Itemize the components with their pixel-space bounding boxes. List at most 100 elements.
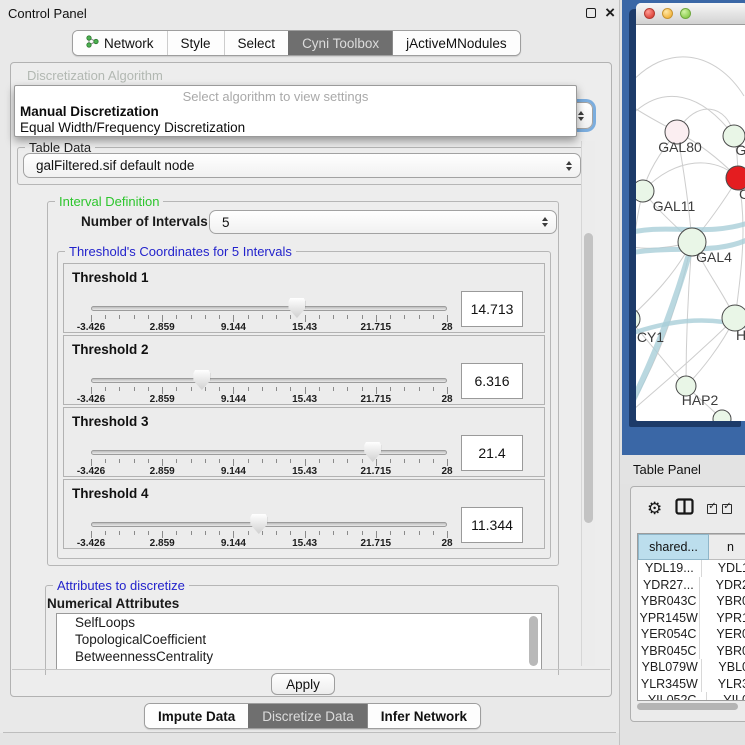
cell-name[interactable]: YDL1	[702, 560, 745, 577]
threshold-slider[interactable]: -3.4262.8599.14415.4321.71528	[64, 408, 459, 478]
slider-handle[interactable]	[193, 370, 210, 390]
table-row[interactable]: YBL079WYBL0	[638, 659, 745, 676]
cell-shared-name[interactable]: YBR045C	[638, 643, 700, 660]
tab-cyni-toolbox[interactable]: Cyni Toolbox	[288, 31, 392, 55]
algorithm-option-equal-width[interactable]: Equal Width/Frequency Discretization	[20, 120, 245, 135]
slider-handle[interactable]	[250, 514, 267, 534]
network-node[interactable]	[636, 308, 640, 330]
attribute-list-item[interactable]: BetweennessCentrality	[57, 648, 541, 665]
table-toolbar: ⚙	[631, 487, 745, 531]
network-window-titlebar[interactable]	[636, 3, 745, 25]
table-row[interactable]: YBR045CYBR0	[638, 643, 745, 660]
tick-mark	[219, 531, 220, 535]
slider-handle[interactable]	[364, 442, 381, 462]
slider-track[interactable]	[91, 306, 447, 311]
zoom-traffic-light-icon[interactable]	[680, 8, 691, 19]
cell-shared-name[interactable]: YBL079W	[638, 659, 702, 676]
cell-name[interactable]: YPR1	[700, 610, 745, 627]
attribute-list-item[interactable]: SelfLoops	[57, 614, 541, 631]
tick-mark	[148, 315, 149, 319]
threshold-slider[interactable]: -3.4262.8599.14415.4321.71528	[64, 336, 459, 406]
cell-name[interactable]: YER0	[700, 626, 745, 643]
num-intervals-combobox[interactable]: 5	[209, 210, 557, 234]
tick-mark	[347, 459, 348, 463]
table-row[interactable]: YBR043CYBR0	[638, 593, 745, 610]
cell-name[interactable]: YBL0	[702, 659, 745, 676]
cell-shared-name[interactable]: YDL19...	[638, 560, 702, 577]
cell-shared-name[interactable]: YPR145W	[638, 610, 700, 627]
column-header-name[interactable]: n	[709, 534, 745, 560]
apply-button[interactable]: Apply	[271, 673, 335, 695]
minimize-traffic-light-icon[interactable]	[662, 8, 673, 19]
close-traffic-light-icon[interactable]	[644, 8, 655, 19]
slider-track[interactable]	[91, 522, 447, 527]
network-node-label: G	[736, 142, 745, 158]
threshold-value-field[interactable]: 6.316	[461, 363, 523, 399]
settings-gear-icon[interactable]: ⚙	[647, 499, 662, 519]
tab-style[interactable]: Style	[167, 31, 224, 55]
tab-infer-network[interactable]: Infer Network	[367, 704, 480, 728]
tick-mark	[105, 387, 106, 391]
cell-shared-name[interactable]: YBR043C	[638, 593, 700, 610]
table-body: YDL19...YDL1YDR27...YDR2YBR043CYBR0YPR14…	[638, 560, 745, 701]
attribute-list-item[interactable]: TopologicalCoefficient	[57, 631, 541, 648]
tick-mark	[162, 459, 163, 466]
threshold-value-field[interactable]: 14.713	[461, 291, 523, 327]
checkbox-icon[interactable]	[722, 504, 732, 514]
threshold-value-field[interactable]: 21.4	[461, 435, 523, 471]
cell-shared-name[interactable]: YLR345W	[638, 676, 702, 693]
panel-scrollbar-thumb[interactable]	[584, 233, 593, 523]
cell-name[interactable]: YBR0	[700, 643, 745, 660]
cell-shared-name[interactable]: YDR27...	[638, 577, 700, 594]
threshold-slider[interactable]: -3.4262.8599.14415.4321.71528	[64, 264, 459, 334]
panel-scrollbar[interactable]	[581, 141, 595, 666]
tick-mark	[290, 531, 291, 535]
tick-mark	[290, 315, 291, 319]
close-icon[interactable]: ×	[605, 8, 615, 18]
tab-jactivemnodules[interactable]: jActiveMNodules	[392, 31, 520, 55]
cell-name[interactable]: YLR3	[702, 676, 745, 693]
cell-shared-name[interactable]: YIL052C	[638, 692, 707, 701]
network-node[interactable]	[636, 180, 654, 202]
numerical-attributes-list[interactable]: SelfLoopsTopologicalCoefficientBetweenne…	[56, 613, 542, 670]
table-row[interactable]: YPR145WYPR1	[638, 610, 745, 627]
table-data-selected: galFiltered.sif default node	[36, 158, 194, 173]
checkbox-icon[interactable]	[707, 504, 717, 514]
tab-select[interactable]: Select	[224, 31, 289, 55]
algorithm-option-manual[interactable]: Manual Discretization	[20, 104, 159, 119]
table-row[interactable]: YLR345WYLR3	[638, 676, 745, 693]
control-panel: Control Panel × Netw	[0, 0, 620, 745]
tick-mark	[148, 459, 149, 463]
tab-network[interactable]: Network	[73, 31, 167, 55]
table-hscrollbar-thumb[interactable]	[637, 703, 738, 710]
cell-name[interactable]: YIL0	[707, 692, 745, 701]
table-data-combobox[interactable]: galFiltered.sif default node	[23, 153, 581, 178]
tab-discretize-data[interactable]: Discretize Data	[248, 704, 367, 728]
tab-impute-data[interactable]: Impute Data	[145, 704, 248, 728]
cell-shared-name[interactable]: YER054C	[638, 626, 700, 643]
network-node[interactable]	[713, 410, 731, 421]
table-panel-title: Table Panel	[633, 462, 701, 477]
network-window[interactable]: GAL80GCGAL11GAL4GCY1HHAP2	[636, 3, 745, 421]
network-canvas[interactable]: GAL80GCGAL11GAL4GCY1HHAP2	[636, 26, 745, 421]
table-hscrollbar[interactable]	[635, 701, 745, 712]
tick-mark	[105, 315, 106, 319]
cell-name[interactable]: YBR0	[700, 593, 745, 610]
table-row[interactable]: YIL052CYIL0	[638, 692, 745, 701]
slider-track[interactable]	[91, 378, 447, 383]
list-scrollbar-thumb[interactable]	[529, 616, 538, 666]
threshold-slider[interactable]: -3.4262.8599.14415.4321.71528	[64, 480, 459, 550]
slider-track[interactable]	[91, 450, 447, 455]
tick-mark	[433, 531, 434, 535]
threshold-value-field[interactable]: 11.344	[461, 507, 523, 543]
tick-mark	[447, 387, 448, 394]
table-row[interactable]: YER054CYER0	[638, 626, 745, 643]
table-row[interactable]: YDR27...YDR2	[638, 577, 745, 594]
tick-label: 15.43	[280, 322, 330, 333]
tick-mark	[248, 387, 249, 391]
cell-name[interactable]: YDR2	[700, 577, 745, 594]
float-window-icon[interactable]	[586, 8, 596, 18]
table-row[interactable]: YDL19...YDL1	[638, 560, 745, 577]
split-column-icon[interactable]	[675, 498, 694, 520]
column-header-shared-name[interactable]: shared...	[638, 534, 709, 560]
